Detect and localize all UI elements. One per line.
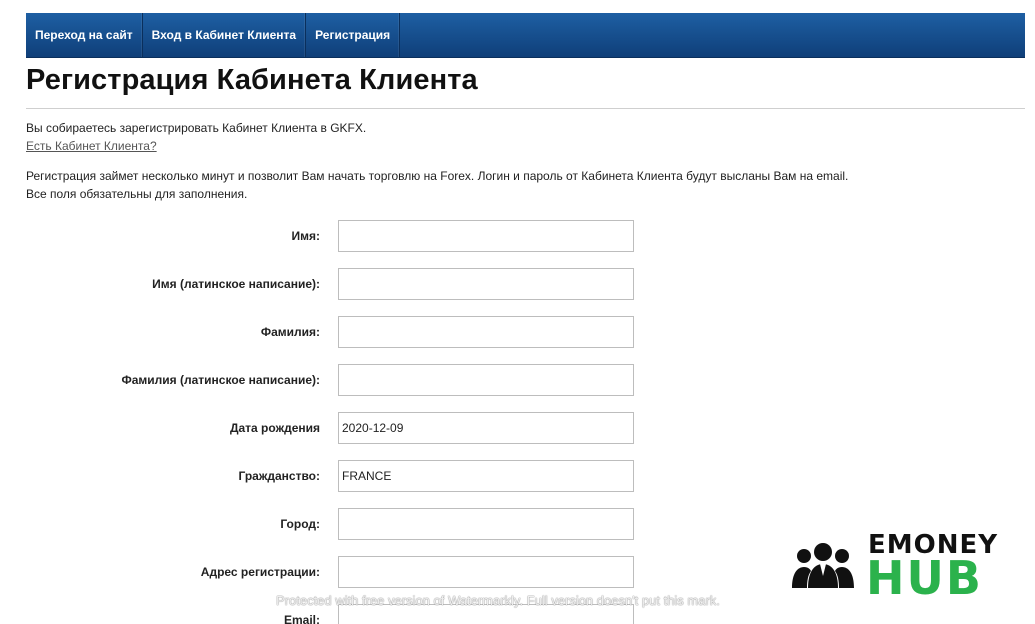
first-name-latin-input[interactable] — [338, 268, 634, 300]
top-navigation-bar: Переход на сайт Вход в Кабинет Клиента Р… — [26, 13, 1025, 58]
registration-address-input[interactable] — [338, 556, 634, 588]
citizenship-label: Гражданство: — [238, 469, 321, 483]
citizenship-input[interactable] — [338, 460, 634, 492]
city-label: Город: — [280, 517, 320, 531]
form-row-first-name: Имя: — [0, 220, 700, 252]
registration-address-label: Адрес регистрации: — [200, 565, 320, 579]
nav-registration[interactable]: Регистрация — [306, 13, 401, 57]
birth-date-label: Дата рождения — [229, 421, 320, 435]
first-name-label: Имя: — [291, 229, 321, 243]
people-group-icon — [792, 543, 854, 588]
watermark-text: Protected with free version of Watermark… — [276, 593, 720, 608]
info-text-line2: Все поля обязательны для заполнения. — [26, 187, 248, 201]
form-row-birth-date: Дата рождения — [0, 412, 700, 444]
last-name-latin-input[interactable] — [338, 364, 634, 396]
form-row-citizenship: Гражданство: — [0, 460, 700, 492]
emoney-hub-logo: EMONEY HUB — [790, 530, 1000, 602]
info-text-line1: Регистрация займет несколько минут и поз… — [26, 169, 849, 183]
nav-client-login[interactable]: Вход в Кабинет Клиента — [143, 13, 307, 57]
last-name-latin-label: Фамилия (латинское написание): — [121, 373, 321, 387]
city-input[interactable] — [338, 508, 634, 540]
title-divider — [26, 108, 1025, 109]
form-row-last-name: Фамилия: — [0, 316, 700, 348]
first-name-latin-label: Имя (латинское написание): — [152, 277, 320, 291]
logo-text-hub: HUB — [866, 551, 983, 605]
last-name-input[interactable] — [338, 316, 634, 348]
form-row-city: Город: — [0, 508, 700, 540]
form-row-first-name-latin: Имя (латинское написание): — [0, 268, 700, 300]
form-row-registration-address: Адрес регистрации: — [0, 556, 700, 588]
have-account-link[interactable]: Есть Кабинет Клиента? — [26, 139, 157, 153]
birth-date-input[interactable] — [338, 412, 634, 444]
first-name-input[interactable] — [338, 220, 634, 252]
page-title: Регистрация Кабинета Клиента — [26, 64, 478, 96]
registration-page: Переход на сайт Вход в Кабинет Клиента Р… — [0, 0, 1035, 624]
last-name-label: Фамилия: — [260, 325, 320, 339]
form-row-last-name-latin: Фамилия (латинское написание): — [0, 364, 700, 396]
nav-go-to-site[interactable]: Переход на сайт — [26, 13, 143, 57]
intro-text: Вы собираетесь зарегистрировать Кабинет … — [26, 121, 367, 135]
